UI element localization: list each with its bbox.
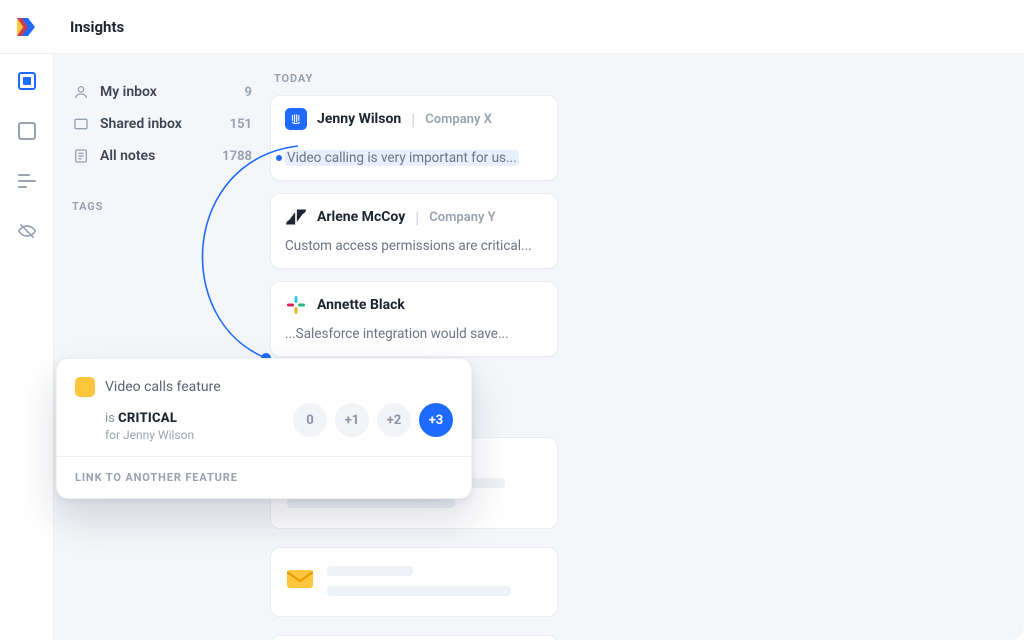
topbar: Insights xyxy=(0,0,1024,54)
rail-notes-icon[interactable] xyxy=(16,120,38,142)
separator: | xyxy=(415,208,419,227)
sidebar: My inbox 9 Shared inbox 151 All notes 17… xyxy=(54,54,270,640)
feature-color-chip xyxy=(75,377,95,397)
feature-title: Video calls feature xyxy=(105,379,221,395)
insight-snippet: ...Salesforce integration would save... xyxy=(285,326,543,342)
score-button-0[interactable]: 0 xyxy=(293,403,327,437)
mail-icon xyxy=(287,566,313,592)
notes-icon xyxy=(72,147,90,165)
zendesk-icon xyxy=(285,206,307,228)
score-button-3[interactable]: +3 xyxy=(419,403,453,437)
sidebar-item-my-inbox[interactable]: My inbox 9 xyxy=(72,76,258,108)
app-title: Insights xyxy=(70,18,124,36)
score-bar: 0 +1 +2 +3 xyxy=(293,403,453,437)
sidebar-item-label: Shared inbox xyxy=(100,116,182,132)
sidebar-item-count: 151 xyxy=(230,117,258,132)
sidebar-item-label: My inbox xyxy=(100,84,157,100)
sidebar-item-label: All notes xyxy=(100,148,155,164)
feature-popup: Video calls feature is CRITICAL for Jenn… xyxy=(56,358,472,499)
slack-icon xyxy=(285,294,307,316)
shared-icon xyxy=(72,115,90,133)
link-dot-icon xyxy=(276,155,282,161)
tags-heading: TAGS xyxy=(72,200,258,213)
user-icon xyxy=(72,83,90,101)
intercom-icon xyxy=(285,108,307,130)
insight-name: Arlene McCoy xyxy=(317,209,405,225)
insight-name: Jenny Wilson xyxy=(317,111,401,127)
rail-visibility-off-icon[interactable] xyxy=(16,220,38,242)
main-column: TODAY Jenny Wilson | Company X xyxy=(270,54,1024,640)
insight-company: Company Y xyxy=(429,210,495,225)
sidebar-item-shared-inbox[interactable]: Shared inbox 151 xyxy=(72,108,258,140)
insight-card[interactable]: Arlene McCoy | Company Y Custom access p… xyxy=(270,193,558,269)
placeholder-card xyxy=(270,547,558,617)
insight-card[interactable]: Jenny Wilson | Company X Video calling i… xyxy=(270,95,558,181)
separator: | xyxy=(411,110,415,129)
insight-company: Company X xyxy=(425,112,492,127)
insight-card[interactable]: Annette Black ...Salesforce integration … xyxy=(270,281,558,357)
sidebar-item-count: 1788 xyxy=(222,149,258,164)
score-button-2[interactable]: +2 xyxy=(377,403,411,437)
score-button-1[interactable]: +1 xyxy=(335,403,369,437)
app-logo xyxy=(14,14,40,40)
link-another-feature[interactable]: LINK TO ANOTHER FEATURE xyxy=(57,456,471,498)
insight-name: Annette Black xyxy=(317,297,405,313)
rail-list-icon[interactable] xyxy=(16,170,38,192)
placeholder-card xyxy=(270,635,558,640)
rail-inbox-icon[interactable] xyxy=(16,70,38,92)
section-today-label: TODAY xyxy=(274,72,1024,85)
sidebar-item-count: 9 xyxy=(245,85,258,100)
insight-snippet: Video calling is very important for us..… xyxy=(285,150,519,166)
sidebar-item-all-notes[interactable]: All notes 1788 xyxy=(72,140,258,172)
insight-snippet: Custom access permissions are critical..… xyxy=(285,238,543,254)
icon-rail xyxy=(0,54,54,640)
